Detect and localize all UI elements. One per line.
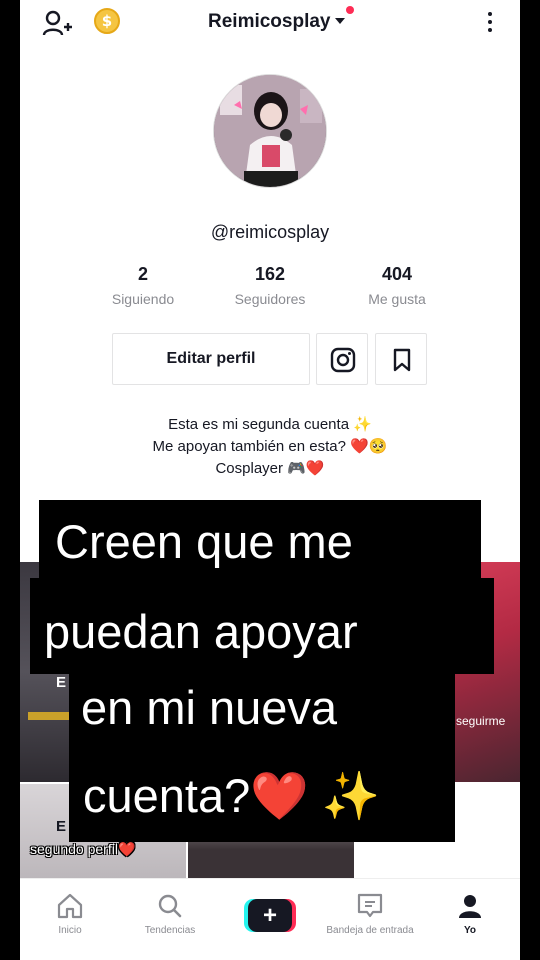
bio-line: Cosplayer 🎮❤️ — [215, 460, 325, 477]
bookmark-icon — [393, 348, 411, 372]
inbox-icon — [357, 893, 383, 918]
nav-label: Inicio — [58, 925, 82, 936]
stat-label: Me gusta — [368, 291, 426, 307]
home-icon — [57, 893, 83, 919]
stat-value: 162 — [254, 264, 286, 284]
instagram-icon — [330, 347, 356, 373]
header-username[interactable]: Reimicosplay — [208, 11, 331, 33]
bio-line: Esta es mi segunda cuenta ✨ — [168, 416, 372, 433]
stat-label: Seguidores — [234, 291, 306, 307]
nav-label: Bandeja de entrada — [326, 925, 414, 936]
bio-line: Me apoyan también en esta? ❤️🥺 — [152, 438, 388, 455]
edit-profile-button[interactable]: Editar perfil — [112, 333, 310, 385]
nav-home[interactable]: Inicio — [20, 893, 120, 936]
thumbnail-text: seguirme — [456, 714, 506, 728]
profile-handle: @reimicosplay — [210, 222, 330, 242]
avatar[interactable] — [213, 74, 327, 188]
profile-icon — [459, 895, 481, 918]
stat-value: 404 — [381, 264, 413, 284]
nav-label: Tendencias — [144, 925, 196, 936]
caption-line: puedan apoyar — [30, 578, 494, 674]
plus-icon: + — [248, 899, 292, 932]
caption-line: Creen que me — [39, 500, 481, 578]
search-icon — [158, 894, 182, 918]
instagram-button[interactable] — [316, 333, 368, 385]
stat-label: Siguiendo — [111, 291, 175, 307]
thumbnail-text: segundo perfil❤️ — [30, 841, 136, 857]
notification-dot — [346, 6, 354, 14]
nav-discover[interactable]: Tendencias — [120, 893, 220, 936]
caption-line: cuenta?❤️ ✨ — [69, 742, 455, 842]
thumbnail-text: E — [56, 674, 67, 691]
nav-profile[interactable]: Yo — [420, 893, 520, 936]
caption-line: en mi nueva — [69, 674, 455, 742]
coin-icon[interactable]: $ — [94, 8, 120, 34]
favorites-button[interactable] — [375, 333, 427, 385]
chevron-down-icon[interactable] — [335, 18, 345, 24]
bottom-nav: Inicio Tendencias + Bandeja de entrada Y… — [20, 878, 520, 960]
profile-stats: 2 Siguiendo 162 Seguidores 404 Me gusta — [20, 264, 520, 314]
nav-inbox[interactable]: Bandeja de entrada — [320, 893, 420, 936]
create-button[interactable]: + — [244, 899, 296, 932]
thumbnail-text: E — [56, 818, 67, 835]
nav-label: Yo — [463, 925, 477, 936]
top-bar: $ Reimicosplay — [20, 0, 520, 44]
stat-followers[interactable]: 162 Seguidores — [210, 264, 330, 307]
stat-likes[interactable]: 404 Me gusta — [337, 264, 457, 307]
add-user-icon[interactable] — [42, 9, 72, 37]
more-options-icon[interactable] — [483, 10, 497, 34]
stat-following[interactable]: 2 Siguiendo — [83, 264, 203, 307]
profile-screen: $ Reimicosplay @reimicosplay 2 Siguiendo — [20, 0, 520, 960]
stat-value: 2 — [137, 264, 148, 284]
